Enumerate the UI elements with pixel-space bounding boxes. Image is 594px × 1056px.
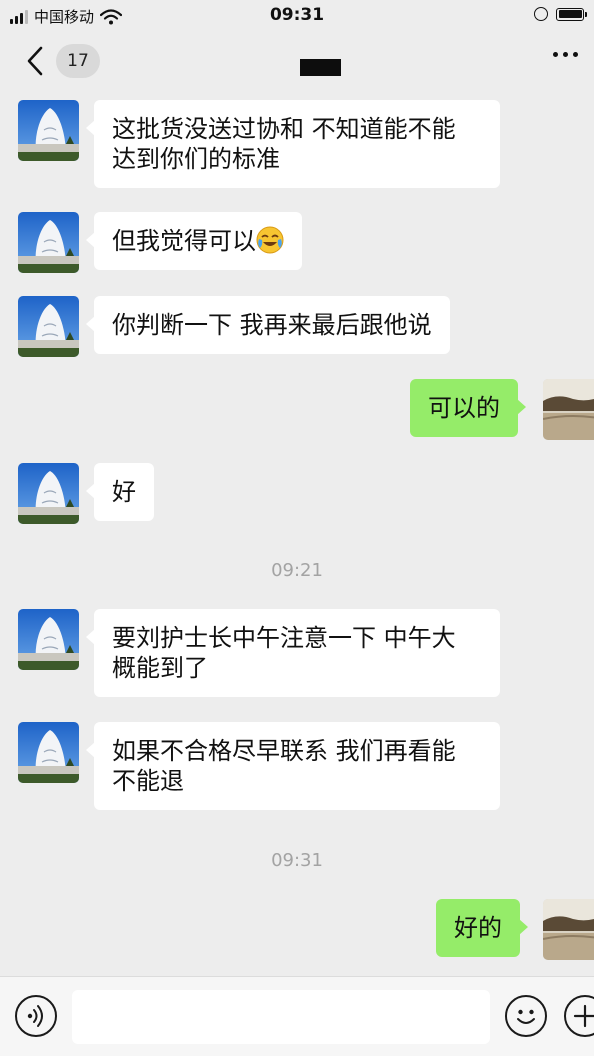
timestamp: 09:31 <box>271 850 323 871</box>
dot-icon <box>563 52 568 57</box>
status-right <box>534 7 587 21</box>
message-bubble-received[interactable]: 如果不合格尽早联系 我们再看能 不能退 <box>86 722 500 810</box>
contact-avatar[interactable] <box>18 722 79 783</box>
battery-icon <box>556 7 587 21</box>
message-text: 好 <box>112 478 136 506</box>
voice-icon <box>27 1005 43 1027</box>
message-text-line: 如果不合格尽早联系 我们再看能 <box>112 737 456 765</box>
message-bubble-received[interactable]: 你判断一下 我再来最后跟他说 <box>86 296 450 354</box>
contact-avatar[interactable] <box>18 212 79 273</box>
message-bubble-received[interactable]: 好 <box>86 463 154 521</box>
message-text: 但我觉得可以 <box>112 227 256 255</box>
chevron-left-icon <box>27 46 43 76</box>
more-functions-button[interactable] <box>564 995 594 1037</box>
message-text-line: 这批货没送过协和 不知道能不能 <box>112 115 456 143</box>
input-bar <box>0 976 594 1056</box>
more-options-button[interactable] <box>553 52 578 57</box>
message-text-line: 不能退 <box>112 767 184 795</box>
plus-icon <box>573 1004 594 1028</box>
message-bubble-sent[interactable]: 可以的 <box>410 379 526 437</box>
dot-icon <box>553 52 558 57</box>
message-text-line: 达到你们的标准 <box>112 145 280 173</box>
back-button[interactable]: 17 <box>22 44 100 78</box>
message-bubble-received[interactable]: 要刘护士长中午注意一下 中午大 概能到了 <box>86 609 500 697</box>
message-text: 好的 <box>454 914 502 942</box>
message-text: 你判断一下 我再来最后跟他说 <box>112 311 432 339</box>
status-bar: 中国移动 09:31 <box>0 0 594 32</box>
status-time: 09:31 <box>269 5 325 25</box>
self-avatar[interactable] <box>543 899 594 960</box>
unread-count-badge: 17 <box>56 44 100 78</box>
message-bubble-received[interactable]: 但我觉得可以 <box>86 212 302 270</box>
voice-input-button[interactable] <box>15 995 57 1037</box>
contact-avatar[interactable] <box>18 609 79 670</box>
message-bubble-sent[interactable]: 好的 <box>436 899 528 957</box>
orientation-lock-icon <box>534 7 548 21</box>
contact-avatar[interactable] <box>18 463 79 524</box>
message-input[interactable] <box>72 990 490 1044</box>
timestamp: 09:21 <box>271 560 323 581</box>
contact-avatar[interactable] <box>18 100 79 161</box>
chat-message-list[interactable]: 这批货没送过协和 不知道能不能 达到你们的标准 但我觉得可以 你判断一下 我再来… <box>0 90 594 976</box>
self-avatar[interactable] <box>543 379 594 440</box>
message-text-line: 概能到了 <box>112 654 208 682</box>
chat-title-redacted <box>300 59 341 76</box>
dot-icon <box>573 52 578 57</box>
emoji-button[interactable] <box>505 995 547 1037</box>
nav-bar: 17 <box>0 32 594 90</box>
face-with-tears-of-joy-icon <box>256 226 284 254</box>
emoji-icon <box>517 1009 535 1024</box>
message-bubble-received[interactable]: 这批货没送过协和 不知道能不能 达到你们的标准 <box>86 100 500 188</box>
message-text-line: 要刘护士长中午注意一下 中午大 <box>112 624 456 652</box>
contact-avatar[interactable] <box>18 296 79 357</box>
message-text: 可以的 <box>428 394 500 422</box>
